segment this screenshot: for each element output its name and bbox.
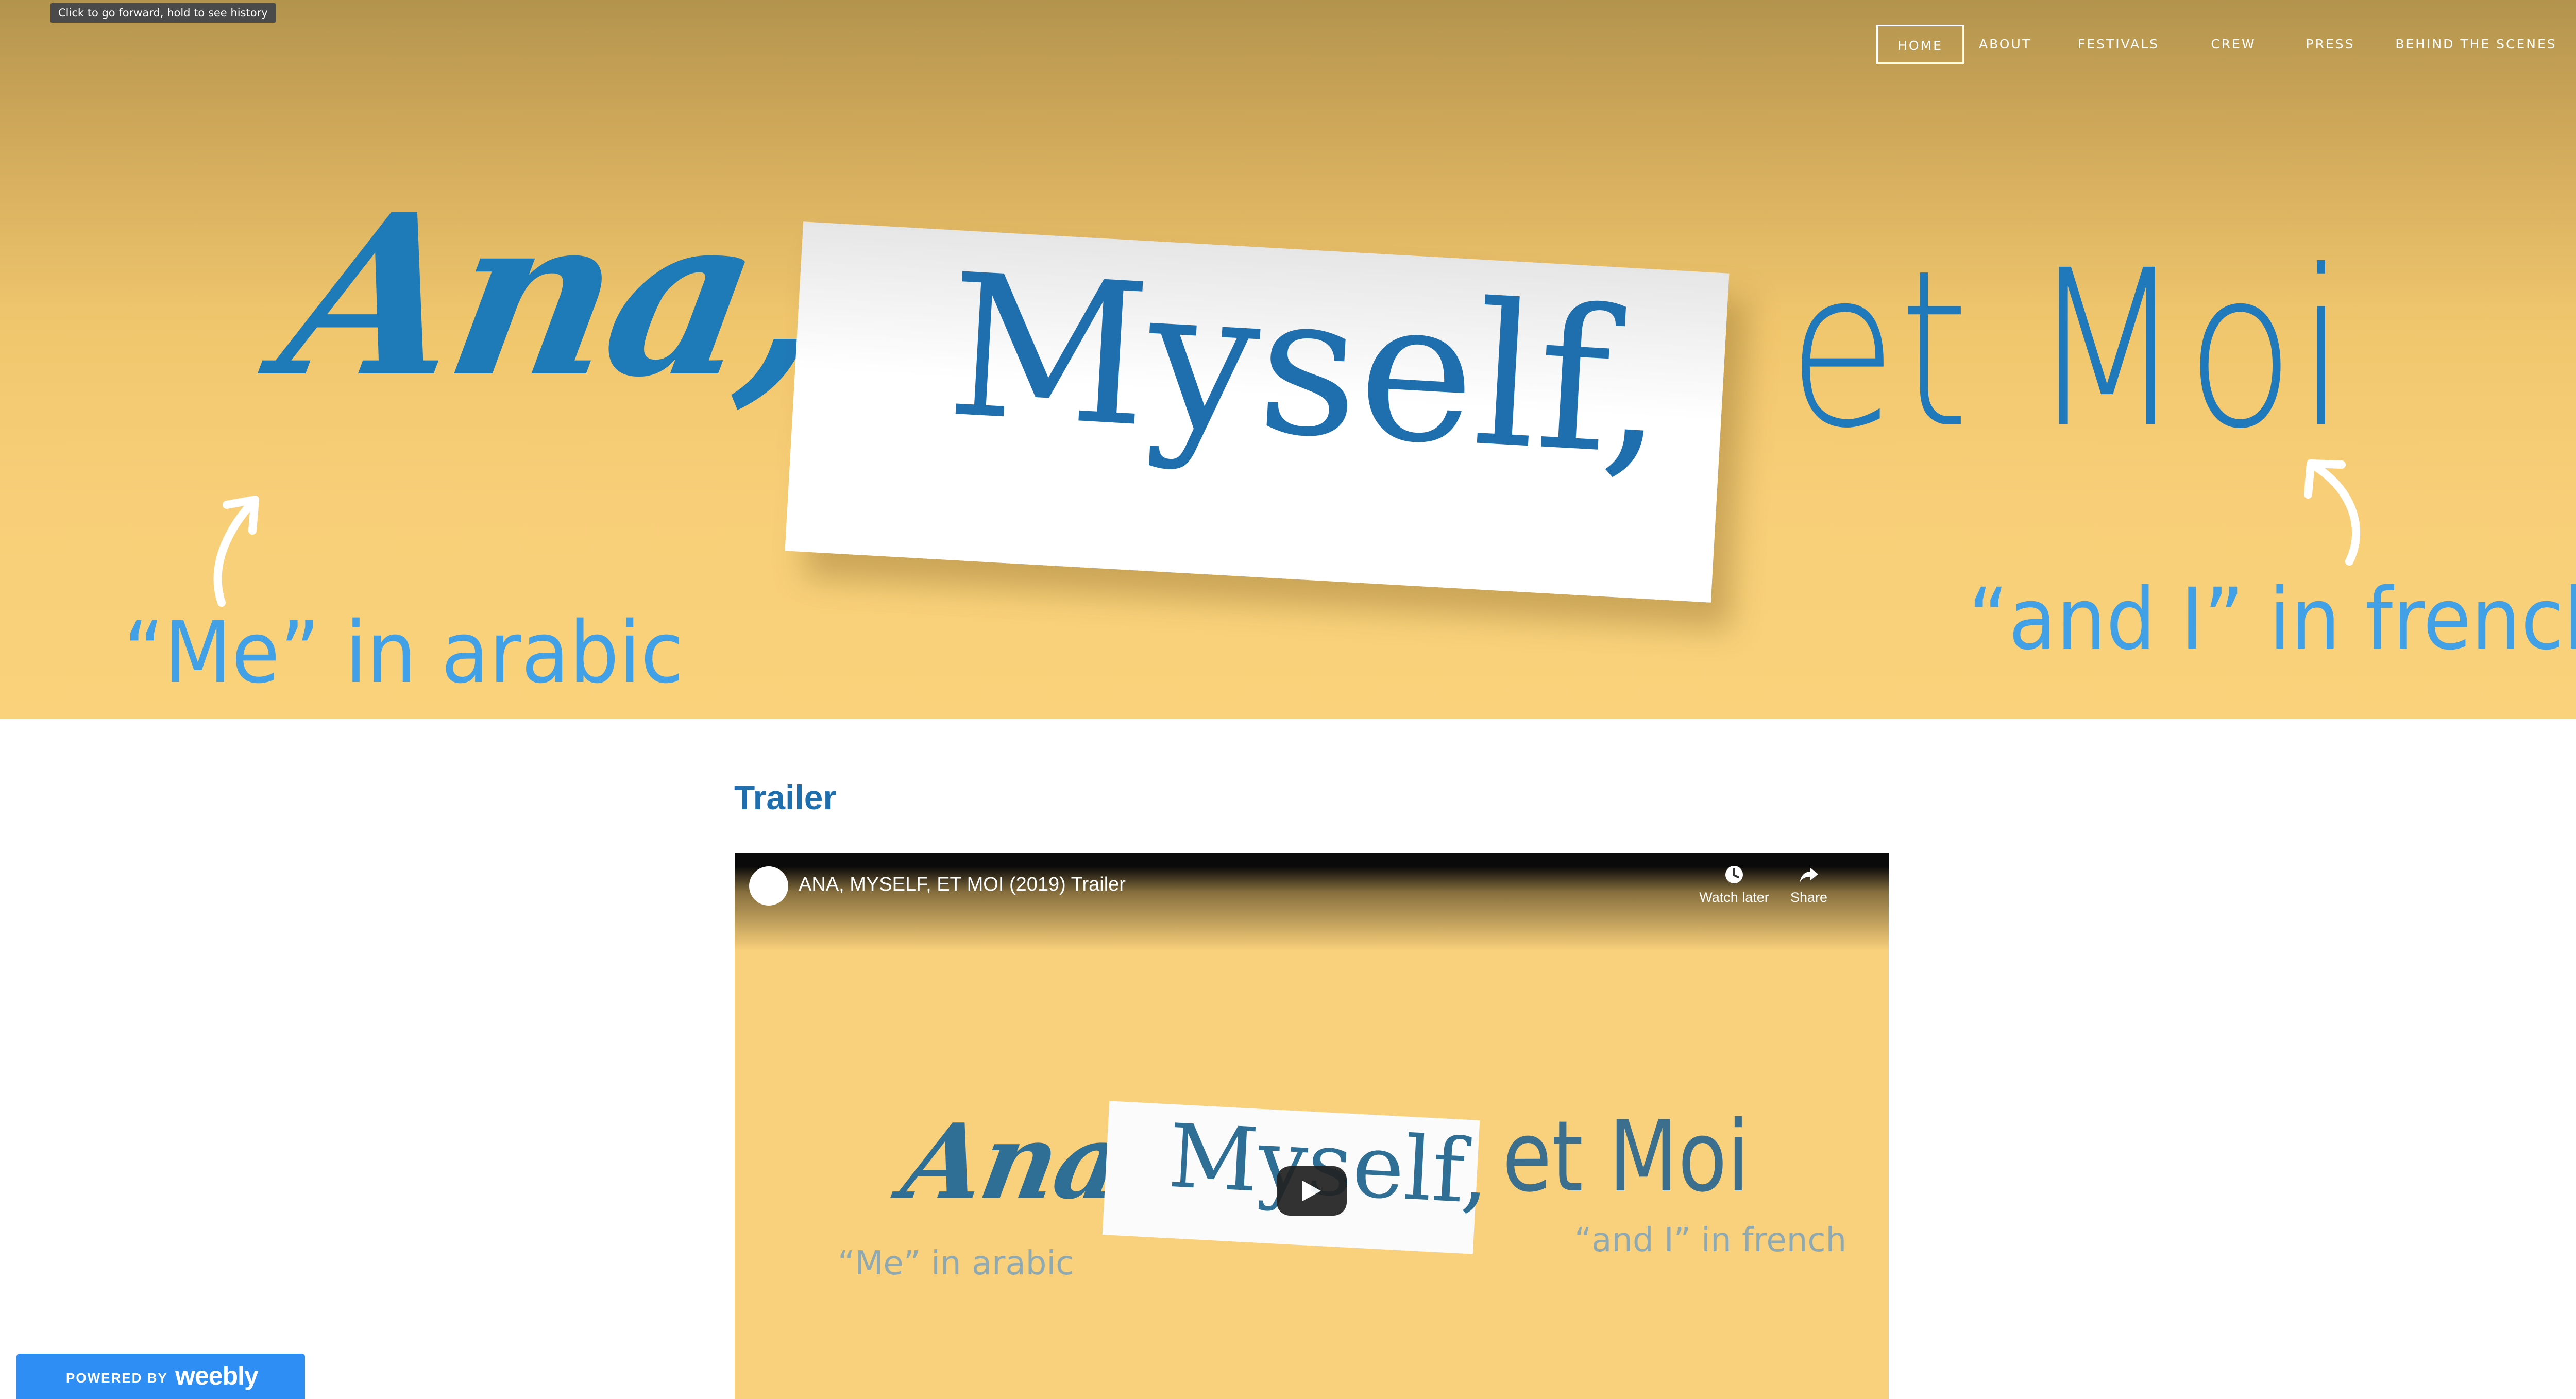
nav-festivals[interactable]: FESTIVALS	[2067, 25, 2170, 64]
hero-note-arabic: “Me” in arabic	[124, 603, 684, 702]
share-icon	[1800, 867, 1818, 883]
play-button[interactable]	[1277, 1166, 1347, 1216]
video-title[interactable]: ANA, MYSELF, ET MOI (2019) Trailer	[799, 874, 1126, 896]
thumbnail-note-french: “and I” in french	[1574, 1221, 1847, 1259]
video-player[interactable]: Ana, Myself, et Moi “Me” in arabic “and …	[735, 853, 1889, 1399]
share-label: Share	[1790, 890, 1828, 905]
hero-title-et-moi: et Moi	[1788, 224, 2349, 476]
hero-note-french: “and I” in french	[1968, 570, 2576, 669]
video-top-bar: ANA, MYSELF, ET MOI (2019) Trailer Watch…	[735, 853, 1889, 951]
hero-banner: HOME ABOUT FESTIVALS CREW PRESS BEHIND T…	[0, 0, 2576, 719]
nav-crew[interactable]: CREW	[2200, 25, 2267, 64]
clock-icon	[1725, 866, 1743, 883]
hero-title-ana: Ana,	[265, 166, 845, 426]
nav-about[interactable]: ABOUT	[1974, 25, 2036, 64]
watch-later-label: Watch later	[1699, 890, 1769, 905]
nav-press[interactable]: PRESS	[2297, 25, 2364, 64]
badge-prefix: POWERED BY	[66, 1370, 168, 1386]
thumbnail-note-arabic: “Me” in arabic	[838, 1244, 1074, 1283]
share-button[interactable]: Share	[1770, 864, 1848, 906]
curved-arrow-icon	[2304, 459, 2361, 566]
play-icon	[1302, 1181, 1321, 1201]
curved-arrow-icon	[213, 496, 259, 607]
page-title: Trailer	[734, 778, 837, 816]
thumbnail-text-et-moi: et Moi	[1502, 1100, 1750, 1214]
channel-avatar[interactable]	[749, 866, 788, 906]
nav-behind-the-scenes[interactable]: BEHIND THE SCENES	[2394, 25, 2558, 64]
back-forward-tooltip: Click to go forward, hold to see history	[50, 3, 276, 23]
hero-title-myself: Myself,	[942, 231, 1672, 500]
nav-home[interactable]: HOME	[1876, 25, 1964, 64]
weebly-logo: weebly	[175, 1361, 259, 1390]
powered-by-weebly-badge[interactable]: POWERED BY weebly	[16, 1354, 305, 1399]
watch-later-button[interactable]: Watch later	[1696, 864, 1773, 906]
